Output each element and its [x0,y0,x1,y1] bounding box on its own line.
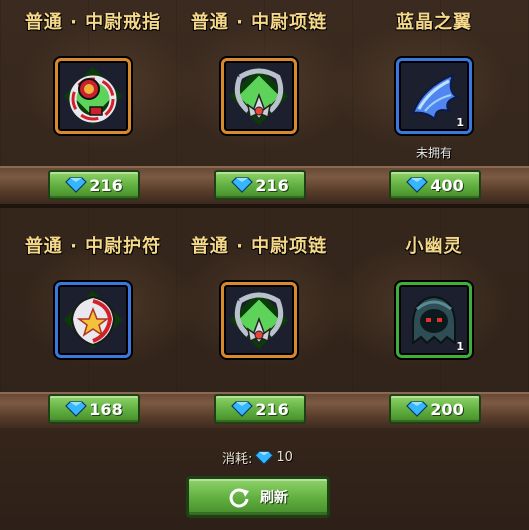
item-slot-ghost[interactable]: 1 [396,282,472,358]
item-quantity: 1 [456,116,464,129]
item-title: 普通 · 中尉戒指 [24,12,162,33]
item-title: 普通 · 中尉护符 [24,236,162,257]
buy-button[interactable]: 216 [214,394,306,424]
ghost-pet-icon [412,295,456,345]
buy-button[interactable]: 168 [48,394,140,424]
refresh-label: 刷新 [260,490,288,506]
cost-label: 消耗: [222,452,253,467]
refresh-cost: 消耗: 10 [222,448,293,467]
item-title: 蓝晶之翼 [396,12,472,33]
diamond-icon [65,177,88,193]
diamond-icon [406,401,429,417]
item-slot-necklace[interactable] [221,58,297,134]
price-value: 168 [89,399,123,419]
item-slot-blue-wing[interactable]: 1 [396,58,472,134]
diamond-icon [231,401,254,417]
diamond-icon [231,177,254,193]
item-slot-ring[interactable] [55,58,131,134]
item-title: 小幽灵 [405,236,463,257]
refresh-button[interactable]: 刷新 [186,476,330,518]
buy-button[interactable]: 216 [214,170,306,200]
necklace-icon [234,292,284,345]
price-value: 216 [255,175,289,195]
amulet-icon [70,295,116,347]
ring-icon [69,75,117,123]
item-slot-necklace[interactable] [221,282,297,358]
item-title: 普通 · 中尉项链 [190,12,328,33]
unowned-label: 未拥有 [415,146,452,160]
blue-wing-icon [411,73,460,122]
price-value: 216 [89,175,123,195]
diamond-icon [406,177,429,193]
buy-button[interactable]: 200 [389,394,481,424]
cost-value: 10 [276,450,293,465]
item-quantity: 1 [456,340,464,353]
price-value: 216 [255,399,289,419]
item-title: 普通 · 中尉项链 [190,236,328,257]
refresh-icon [229,488,249,508]
buy-button[interactable]: 400 [389,170,481,200]
necklace-icon [234,68,284,121]
diamond-icon [254,450,274,465]
diamond-icon [65,401,88,417]
item-slot-amulet[interactable] [55,282,131,358]
price-value: 200 [430,399,464,419]
buy-button[interactable]: 216 [48,170,140,200]
price-value: 400 [430,175,464,195]
